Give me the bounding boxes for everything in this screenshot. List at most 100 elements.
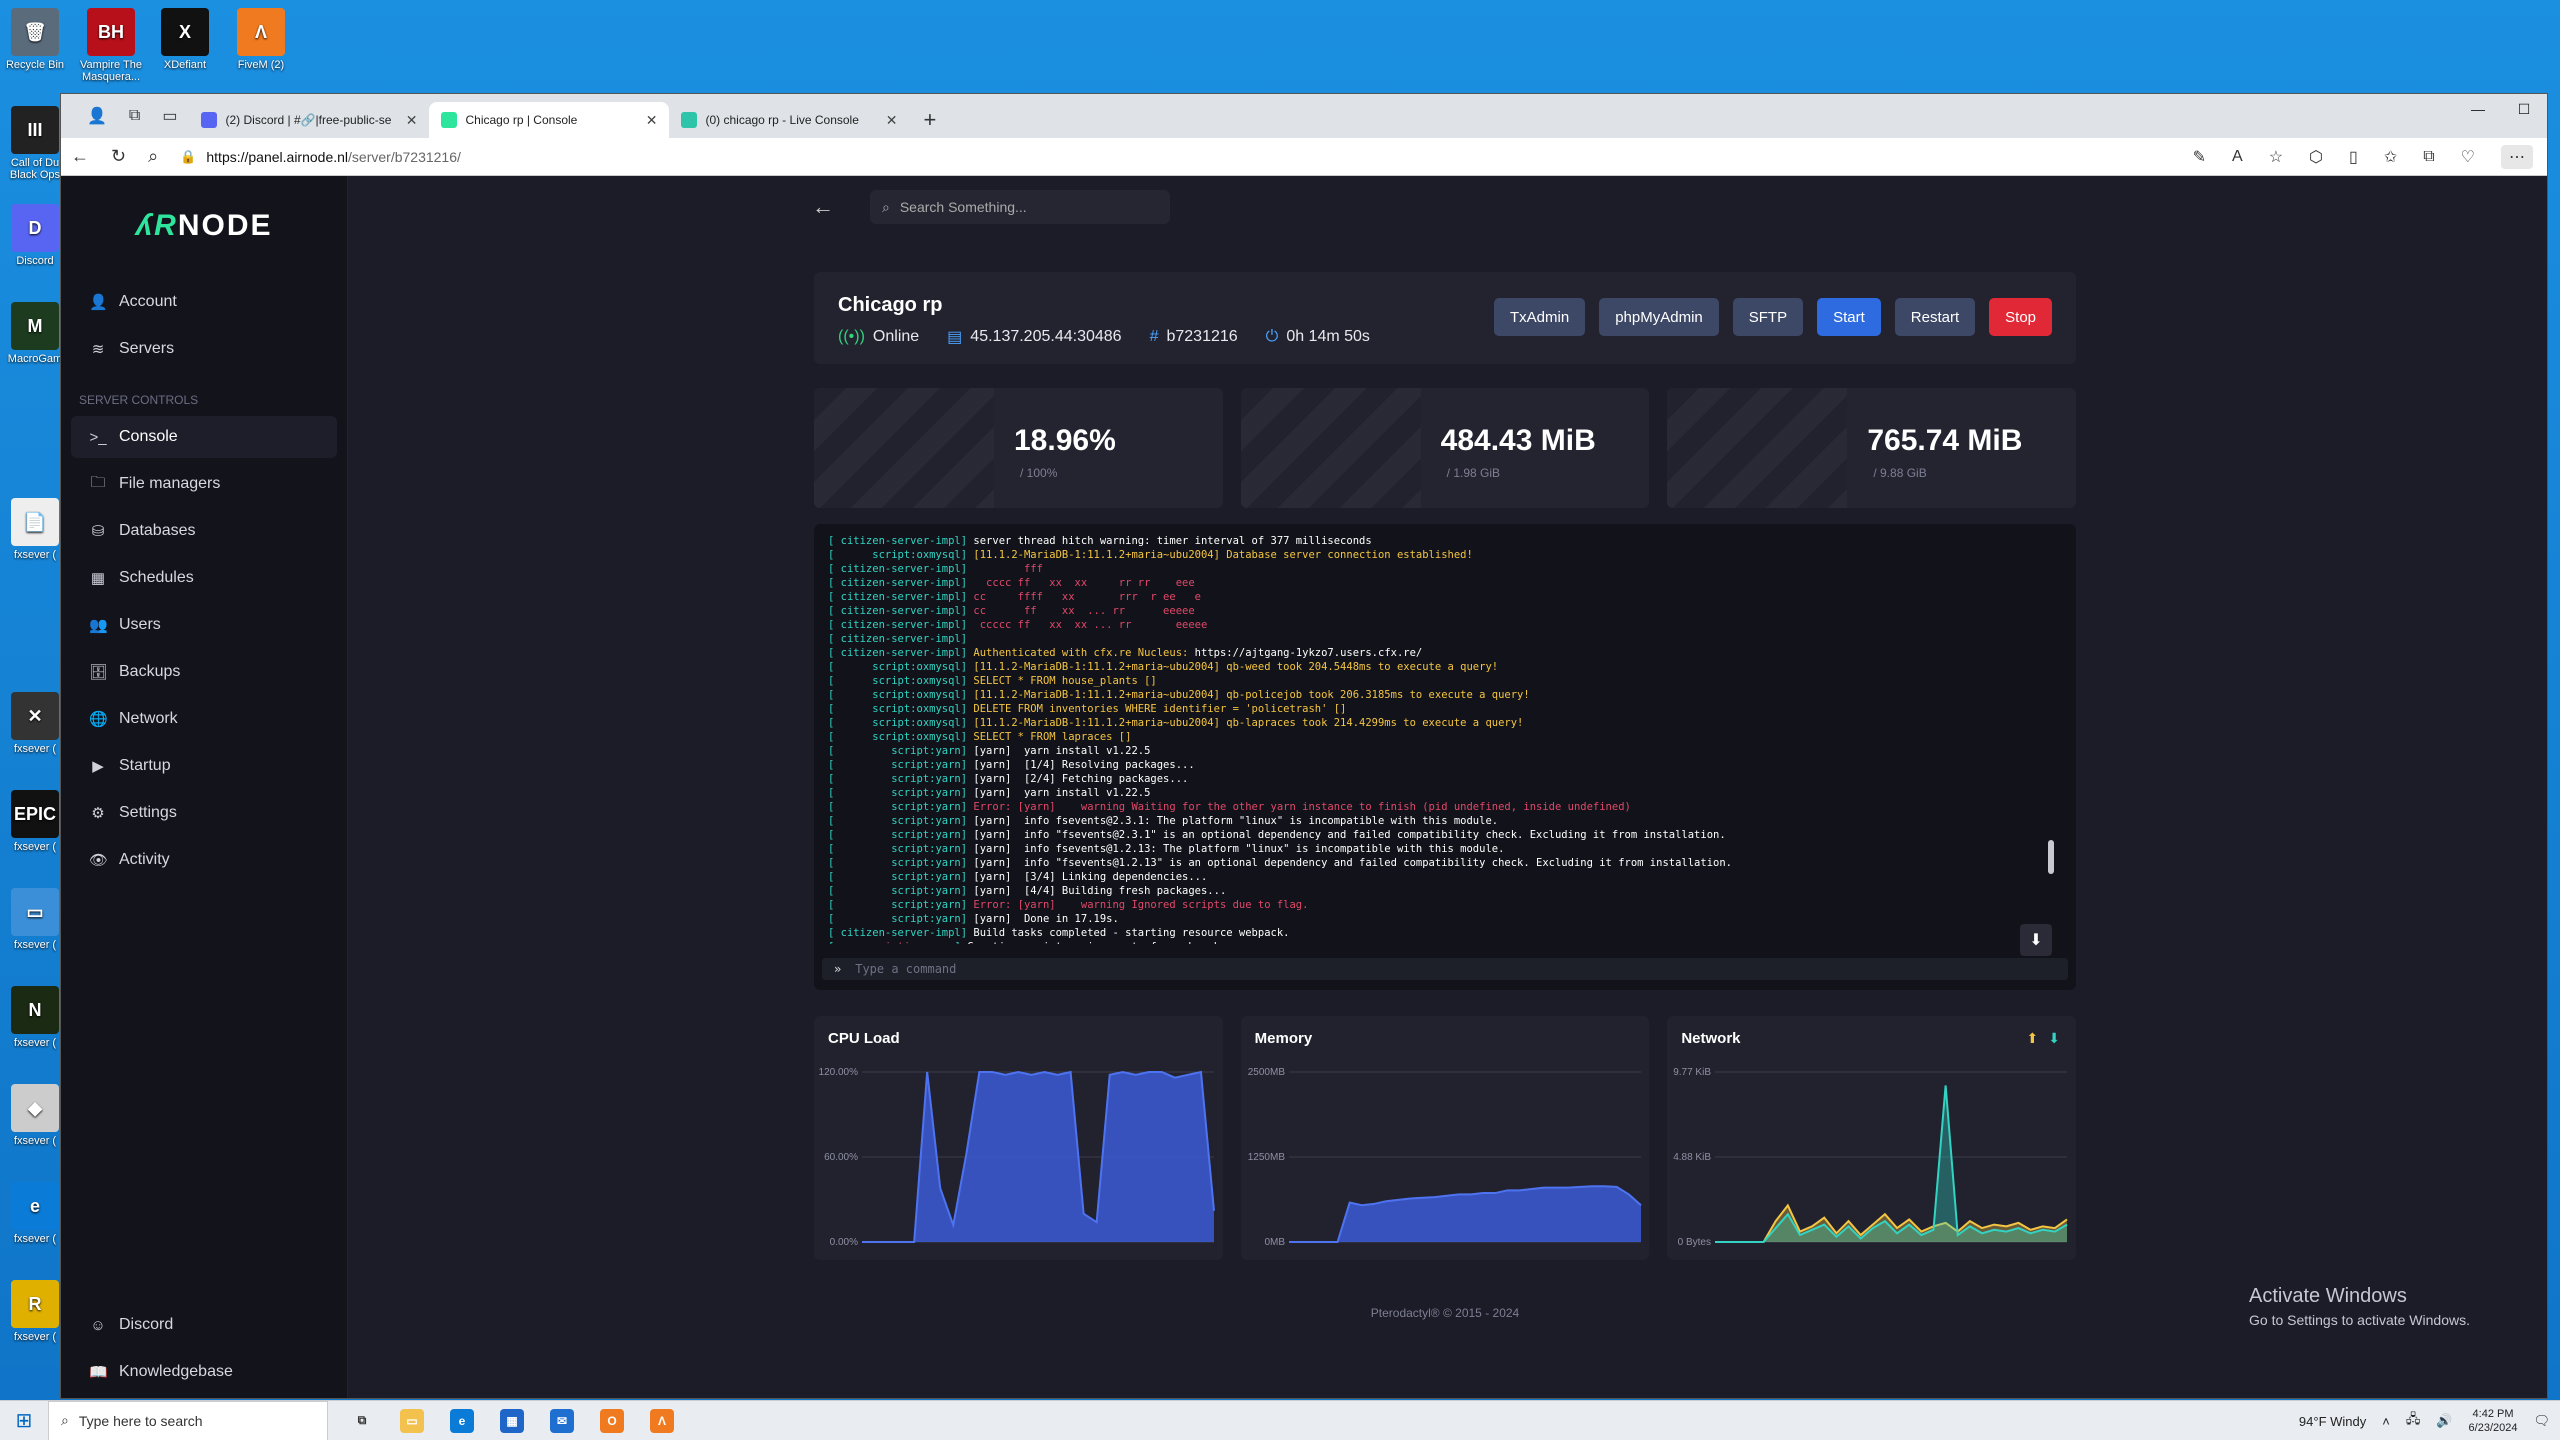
sidebar-item-account[interactable]: 👤 Account bbox=[71, 281, 337, 323]
console-line: [ citizen-server-impl] cc ffff xx rrr r … bbox=[828, 590, 2062, 604]
sidebar: ʎR NODE 👤 Account ≋ Servers SERVER CONTROLS … bbox=[61, 176, 348, 1398]
disk-stat-card: 765.74 MiB / 9.88 GiB bbox=[1667, 388, 2077, 508]
sidebar-item-console[interactable]: >_ Console bbox=[71, 416, 337, 458]
refresh-icon[interactable]: ↻ bbox=[111, 146, 126, 167]
sidebar-item-label: Users bbox=[119, 616, 161, 633]
maximize-button[interactable]: ☐ bbox=[2501, 94, 2547, 124]
sidebar-item-settings[interactable]: ⚙ Settings bbox=[71, 792, 337, 834]
taskbar-search[interactable]: ⌕ Type here to search bbox=[48, 1400, 328, 1440]
sftp-button[interactable]: SFTP bbox=[1732, 298, 1804, 336]
browser-tab[interactable]: (2) Discord | #🔗|free-public-se ✕ bbox=[189, 102, 429, 138]
favorite-star-icon[interactable]: ☆ bbox=[2269, 147, 2283, 167]
phpmyadmin-button[interactable]: phpMyAdmin bbox=[1599, 298, 1719, 336]
weather[interactable]: 94°F Windy bbox=[2299, 1414, 2366, 1429]
url-field[interactable]: 🔒 https://panel.airnode.nl/server/b72312… bbox=[180, 149, 2170, 165]
search-icon[interactable]: ⌕ bbox=[148, 146, 158, 167]
sidebar-item-network[interactable]: 🌐 Network bbox=[71, 698, 337, 740]
console-scrollbar[interactable] bbox=[2048, 840, 2054, 874]
sidebar-item-activity[interactable]: 👁 Activity bbox=[71, 839, 337, 881]
footer: Pterodactyl® © 2015 - 2024 bbox=[1370, 1306, 1520, 1320]
tab-close-icon[interactable]: ✕ bbox=[406, 112, 418, 129]
console-segment: DELETE FROM inventories WHERE identifier… bbox=[973, 703, 1347, 715]
system-tray: 94°F Windy ˄ 🖧 🔊 4:42 PM 6/23/2024 🗨 bbox=[2299, 1401, 2550, 1440]
search-input[interactable]: ⌕ Search Something... bbox=[870, 190, 1170, 224]
browser-essentials-icon[interactable]: ♡ bbox=[2461, 147, 2475, 167]
browser-tab[interactable]: Chicago rp | Console ✕ bbox=[429, 102, 670, 138]
console-line: [ citizen-server-impl] cc ff xx ... rr e… bbox=[828, 604, 2062, 618]
sidebar-item-databases[interactable]: ⛁ Databases bbox=[71, 510, 337, 552]
tab-close-icon[interactable]: ✕ bbox=[646, 112, 658, 129]
split-screen-icon[interactable]: ▯ bbox=[2349, 147, 2358, 167]
desktop-icon-image: N bbox=[11, 986, 59, 1034]
opera-icon[interactable]: O bbox=[600, 1408, 624, 1433]
fivem-icon[interactable]: Λ bbox=[650, 1408, 674, 1433]
store-icon[interactable]: ▦ bbox=[500, 1408, 524, 1433]
tab-favicon-icon bbox=[441, 112, 458, 128]
file-explorer-icon[interactable]: ▭ bbox=[400, 1408, 424, 1433]
workspaces-icon[interactable]: ⧉ bbox=[129, 107, 140, 125]
minimize-button[interactable]: — bbox=[2455, 94, 2501, 124]
desktop-icon[interactable]: 🗑 Recycle Bin bbox=[0, 8, 70, 71]
back-icon[interactable]: ← bbox=[71, 146, 89, 167]
time: 4:42 PM bbox=[2472, 1408, 2514, 1420]
scroll-down-icon[interactable]: ⬇ bbox=[2020, 924, 2052, 956]
desktop-icon[interactable]: X XDefiant bbox=[150, 8, 220, 71]
console-segment: [11.1.2-MariaDB-1:11.1.2+maria~ubu2004] … bbox=[973, 689, 1530, 701]
console-segment: [ citizen-server-impl] bbox=[828, 605, 974, 617]
console-segment: Creating script environments for webpack bbox=[967, 941, 1220, 944]
favorites-icon[interactable]: ✩ bbox=[2384, 147, 2397, 167]
start-button[interactable]: Start bbox=[1817, 298, 1881, 336]
desktop-icon-image: M bbox=[11, 302, 59, 350]
console-segment: [yarn] Done in 17.19s. bbox=[973, 913, 1119, 925]
backups-icon: 🗄 bbox=[89, 664, 109, 681]
clock[interactable]: 4:42 PM 6/23/2024 bbox=[2469, 1407, 2518, 1435]
console-segment: [ script:yarn] bbox=[828, 773, 974, 785]
restart-button[interactable]: Restart bbox=[1894, 298, 1976, 336]
notifications-icon[interactable]: 🗨 bbox=[2533, 1413, 2550, 1429]
profile-icon[interactable]: 👤 bbox=[87, 106, 107, 126]
console-line: [ citizen-server-impl] server thread hit… bbox=[828, 534, 2062, 548]
console-line: [ script:oxmysql] [11.1.2-MariaDB-1:11.1… bbox=[828, 548, 2062, 562]
command-input[interactable]: » Type a command bbox=[822, 958, 2068, 980]
desktop-icon[interactable]: Λ FiveM (2) bbox=[226, 8, 296, 71]
volume-icon[interactable]: 🔊 bbox=[2436, 1413, 2452, 1429]
extensions-icon[interactable]: ⬡ bbox=[2309, 147, 2323, 167]
desktop-icon[interactable]: BH Vampire The Masquera... bbox=[76, 8, 146, 83]
mail-icon[interactable]: ✉ bbox=[550, 1408, 574, 1433]
read-aloud-icon[interactable]: A bbox=[2232, 148, 2243, 166]
txadmin-button[interactable]: TxAdmin bbox=[1494, 298, 1586, 336]
sidebar-item-users[interactable]: 👥 Users bbox=[71, 604, 337, 646]
edge-icon[interactable]: e bbox=[450, 1408, 474, 1433]
stop-button[interactable]: Stop bbox=[1989, 298, 2052, 336]
network-chart-title: Network bbox=[1681, 1030, 1741, 1047]
pen-icon[interactable]: ✎ bbox=[2193, 147, 2206, 167]
more-menu-icon[interactable]: ⋯ bbox=[2501, 144, 2533, 169]
sidebar-item-file-managers[interactable]: 🗀 File managers bbox=[71, 463, 337, 505]
new-tab-button[interactable]: + bbox=[909, 102, 950, 138]
browser-tab[interactable]: (0) chicago rp - Live Console ✕ bbox=[669, 102, 909, 138]
sidebar-item-servers[interactable]: ≋ Servers bbox=[71, 328, 337, 370]
search-icon: ⌕ bbox=[882, 198, 890, 215]
console-segment: Error: [yarn] warning Ignored scripts du… bbox=[973, 899, 1309, 911]
tray-chevron-icon[interactable]: ˄ bbox=[2382, 1414, 2390, 1429]
console-log[interactable]: [ citizen-server-impl] server thread hit… bbox=[828, 534, 2062, 944]
back-arrow-icon[interactable]: ← bbox=[812, 194, 834, 220]
sidebar-item-discord[interactable]: ☺ Discord bbox=[71, 1304, 337, 1346]
collections-icon[interactable]: ⧉ bbox=[2423, 148, 2434, 166]
console-segment: https://ajtgang-1ykzo7.users.cfx.re/ bbox=[1194, 647, 1423, 659]
windows-start-icon[interactable]: ⊞ bbox=[0, 1408, 48, 1433]
activity-icon: 👁 bbox=[89, 852, 109, 869]
network-icon[interactable]: 🖧 bbox=[2406, 1410, 2421, 1432]
tab-close-icon[interactable]: ✕ bbox=[886, 112, 898, 129]
task-view-icon[interactable]: ⧉ bbox=[350, 1409, 374, 1433]
sidebar-item-backups[interactable]: 🗄 Backups bbox=[71, 651, 337, 693]
sidebar-item-knowledgebase[interactable]: 📖 Knowledgebase bbox=[71, 1351, 337, 1393]
console-line: [ script:oxmysql] [11.1.2-MariaDB-1:11.1… bbox=[828, 688, 2062, 702]
logo[interactable]: ʎR NODE bbox=[61, 176, 347, 276]
tab-actions-icon[interactable]: ▭ bbox=[162, 106, 177, 126]
sidebar-item-startup[interactable]: ▶ Startup bbox=[71, 745, 337, 787]
console-segment: [ citizen-server-impl] bbox=[828, 619, 974, 631]
sidebar-item-schedules[interactable]: ▦ Schedules bbox=[71, 557, 337, 599]
chart-tick-label: 0MB bbox=[1264, 1237, 1285, 1248]
server-address[interactable]: 45.137.205.44:30486 bbox=[970, 328, 1121, 346]
